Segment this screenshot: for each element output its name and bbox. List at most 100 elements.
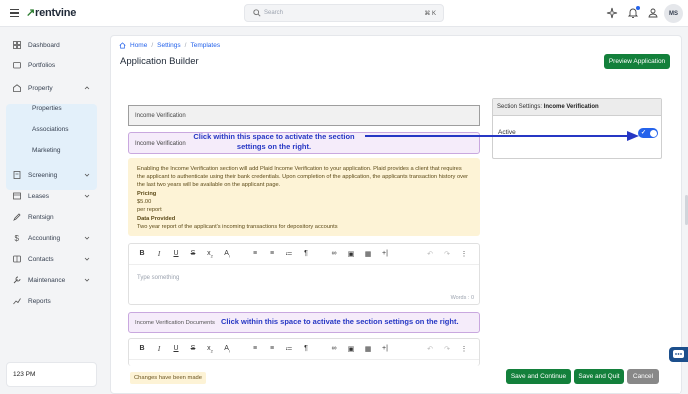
undo-icon[interactable]: ↶ — [425, 250, 435, 258]
annotation-arrow — [365, 131, 639, 141]
subscript-icon[interactable]: x2 — [205, 345, 215, 353]
chevron-down-icon — [84, 173, 90, 177]
price-unit: per report — [137, 207, 162, 214]
sidebar-item-leases[interactable]: Leases — [6, 187, 97, 205]
breadcrumb-home[interactable]: Home — [130, 42, 147, 49]
top-bar: ↗rentvine Search ⌘ K MS — [0, 0, 688, 27]
align-center-icon[interactable]: ≡ — [267, 250, 277, 257]
italic-icon[interactable]: I — [154, 345, 164, 353]
chat-button[interactable] — [669, 347, 688, 362]
save-and-quit-button[interactable]: Save and Quit — [574, 369, 624, 384]
breadcrumb-templates[interactable]: Templates — [190, 42, 220, 49]
data-provided-text: Two year report of the applicant's incom… — [137, 223, 338, 230]
editor-placeholder: Type something — [137, 275, 180, 281]
breadcrumb-separator: / — [151, 42, 154, 49]
callout-documents-settings: Click within this space to activate the … — [221, 317, 459, 326]
sidebar-item-screening[interactable]: Screening — [6, 166, 97, 184]
rich-text-editor[interactable]: B I U S x2 Ai ≡ ≡ ≔ ¶ ∞ ▣ ▦ +| ↶ ↷ ⋮ Typ… — [128, 243, 480, 305]
font-size-icon[interactable]: Ai — [222, 345, 232, 353]
main-panel: Home / Settings / Templates Application … — [110, 35, 682, 394]
bold-icon[interactable]: B — [137, 345, 147, 352]
image-icon[interactable]: ▣ — [346, 345, 356, 353]
image-icon[interactable]: ▣ — [346, 250, 356, 258]
align-center-icon[interactable]: ≡ — [267, 345, 277, 352]
preview-application-button[interactable]: Preview Application — [604, 54, 670, 69]
more-icon[interactable]: ⋮ — [459, 250, 469, 258]
toggle-knob — [649, 129, 657, 137]
more-icon[interactable]: ⋮ — [459, 345, 469, 353]
paragraph-icon[interactable]: ¶ — [301, 345, 311, 352]
user-switch-icon[interactable] — [647, 7, 659, 19]
logo[interactable]: ↗rentvine — [26, 6, 76, 19]
underline-icon[interactable]: U — [171, 345, 181, 352]
leases-icon — [13, 192, 21, 200]
dollar-icon: $ — [15, 234, 20, 242]
chat-icon — [673, 350, 684, 358]
breadcrumb-separator: / — [184, 42, 187, 49]
table-icon[interactable]: ▦ — [363, 250, 373, 258]
strikethrough-icon[interactable]: S — [188, 250, 198, 257]
sidebar-item-accounting[interactable]: $ Accounting — [6, 229, 97, 247]
link-icon[interactable]: ∞ — [329, 345, 339, 352]
search-input[interactable]: Search ⌘ K — [244, 4, 444, 22]
insert-icon[interactable]: +| — [380, 250, 390, 257]
sidebar-subitem-associations[interactable]: Associations — [32, 126, 69, 133]
italic-icon[interactable]: I — [154, 250, 164, 258]
bell-icon[interactable] — [627, 6, 640, 19]
underline-icon[interactable]: U — [171, 250, 181, 257]
sidebar: Dashboard Portfolios Property Properties… — [0, 27, 104, 394]
search-placeholder: Search — [264, 10, 284, 16]
folder-icon — [13, 62, 21, 69]
sidebar-item-dashboard[interactable]: Dashboard — [6, 36, 97, 54]
section-info-box: Enabling the Income Verification section… — [128, 158, 480, 236]
align-left-icon[interactable]: ≡ — [250, 345, 260, 352]
svg-text:$: $ — [15, 234, 20, 242]
info-description: Enabling the Income Verification section… — [137, 166, 469, 189]
data-provided-label: Data Provided — [137, 215, 176, 222]
subscript-icon[interactable]: x2 — [205, 250, 215, 258]
price-value: $5.00 — [137, 199, 152, 206]
font-size-icon[interactable]: Ai — [222, 250, 232, 258]
sidebar-item-property[interactable]: Property — [6, 79, 97, 97]
sidebar-subitem-marketing[interactable]: Marketing — [32, 147, 61, 154]
sidebar-item-rentsign[interactable]: Rentsign — [6, 208, 97, 226]
sparkle-icon[interactable] — [606, 7, 618, 19]
undo-icon[interactable]: ↶ — [425, 345, 435, 353]
list-icon[interactable]: ≔ — [284, 250, 294, 258]
bold-icon[interactable]: B — [137, 250, 147, 257]
sidebar-subitem-properties[interactable]: Properties — [32, 105, 62, 112]
chevron-down-icon — [84, 194, 90, 198]
link-icon[interactable]: ∞ — [329, 250, 339, 257]
word-count: Words : 0 — [450, 295, 474, 301]
redo-icon[interactable]: ↷ — [442, 250, 452, 258]
align-left-icon[interactable]: ≡ — [250, 250, 260, 257]
sidebar-item-portfolios[interactable]: Portfolios — [6, 56, 97, 74]
insert-icon[interactable]: +| — [380, 345, 390, 352]
settings-panel-header: Section Settings: Income Verification — [493, 99, 661, 116]
menu-icon[interactable] — [10, 9, 19, 17]
breadcrumb-settings[interactable]: Settings — [157, 42, 181, 49]
paragraph-icon[interactable]: ¶ — [301, 250, 311, 257]
strikethrough-icon[interactable]: S — [188, 345, 198, 352]
changes-badge: Changes have been made — [130, 372, 207, 384]
avatar[interactable]: MS — [664, 4, 683, 23]
sidebar-item-maintenance[interactable]: Maintenance — [6, 271, 97, 289]
screening-icon — [13, 171, 21, 179]
sidebar-item-contacts[interactable]: Contacts — [6, 250, 97, 268]
reports-icon — [13, 298, 21, 305]
page-title: Application Builder — [120, 56, 199, 67]
search-icon — [253, 9, 261, 17]
section-settings-panel: Section Settings: Income Verification Ac… — [492, 98, 662, 159]
callout-activate-settings: Click within this space to activate the … — [193, 132, 355, 151]
home-icon[interactable] — [119, 42, 126, 49]
rich-text-editor[interactable]: B I U S x2 Ai ≡ ≡ ≔ ¶ ∞ ▣ ▦ +| ↶ ↷ ⋮ — [128, 338, 480, 366]
list-icon[interactable]: ≔ — [284, 345, 294, 353]
save-and-continue-button[interactable]: Save and Continue — [506, 369, 571, 384]
section-title-box[interactable]: Income Verification — [128, 105, 480, 126]
table-icon[interactable]: ▦ — [363, 345, 373, 353]
chevron-down-icon — [84, 257, 90, 261]
dashboard-icon — [13, 41, 21, 49]
cancel-button[interactable]: Cancel — [627, 369, 659, 384]
sidebar-item-reports[interactable]: Reports — [6, 292, 97, 310]
redo-icon[interactable]: ↷ — [442, 345, 452, 353]
